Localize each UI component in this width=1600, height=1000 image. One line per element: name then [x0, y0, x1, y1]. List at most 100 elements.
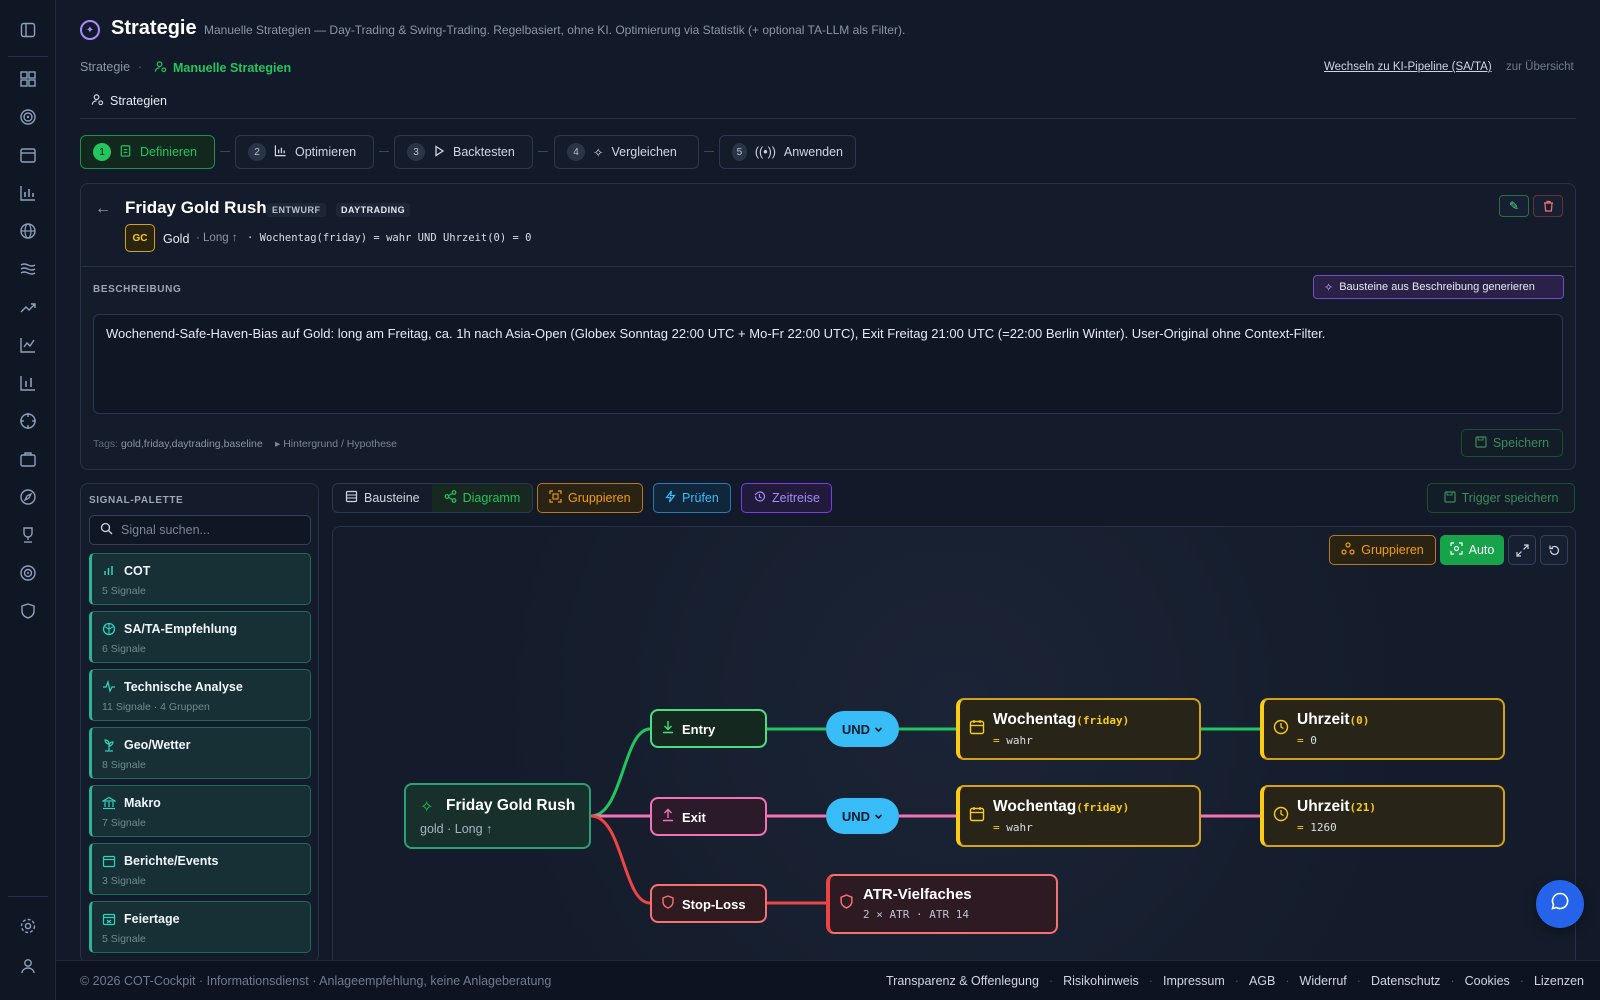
sidebar-toggle-icon[interactable]	[16, 18, 40, 42]
delete-trash-icon[interactable]	[1533, 195, 1563, 217]
briefcase-icon[interactable]	[16, 447, 40, 471]
and-operator-exit[interactable]: UND	[826, 798, 899, 834]
breadcrumb-root[interactable]: Strategie	[80, 60, 130, 74]
background-hypothesis-toggle[interactable]: ▸ Hintergrund / Hypothese	[275, 438, 397, 450]
calendar-icon	[969, 719, 985, 740]
palette-item-geo[interactable]: Geo/Wetter 8 Signale	[89, 727, 311, 779]
crosshair-icon[interactable]	[16, 409, 40, 433]
save-disk-icon	[1443, 490, 1456, 506]
tab-strategien[interactable]: Strategien	[91, 93, 167, 109]
condition-name: Wochentag	[993, 711, 1077, 728]
strategy-root-node[interactable]: ✧ Friday Gold Rush gold · Long ↑	[404, 783, 591, 849]
compass-icon[interactable]	[16, 485, 40, 509]
footer-link[interactable]: AGB	[1249, 974, 1275, 988]
description-textarea[interactable]: Wochenend-Safe-Haven-Bias auf Gold: long…	[93, 314, 1563, 414]
view-blocks-label: Bausteine	[364, 491, 420, 505]
palette-item-holidays[interactable]: Feiertage 5 Signale	[89, 901, 311, 953]
exit-node[interactable]: Exit	[650, 797, 767, 836]
stop-loss-node[interactable]: Stop-Loss	[650, 884, 767, 923]
and-operator-entry[interactable]: UND	[826, 711, 899, 747]
overview-link[interactable]: zur Übersicht	[1506, 61, 1574, 73]
user-icon[interactable]	[16, 954, 40, 978]
palette-item-count: 3 Signale	[102, 875, 146, 887]
footer-link[interactable]: Risikohinweis	[1063, 974, 1139, 988]
footer-link[interactable]: Datenschutz	[1371, 974, 1440, 988]
footer-links: Transparenz & Offenlegung · Risikohinweis…	[886, 974, 1584, 988]
target-icon[interactable]	[16, 105, 40, 129]
footer-link[interactable]: Impressum	[1163, 974, 1225, 988]
palette-item-reports[interactable]: Berichte/Events 3 Signale	[89, 843, 311, 895]
atr-multiple-node[interactable]: ATR-Vielfaches 2 × ATR · ATR 14	[826, 874, 1058, 934]
view-diagram-button[interactable]: Diagramm	[431, 484, 533, 512]
page-subtitle: Manuelle Strategien — Day-Trading & Swin…	[204, 23, 906, 37]
step-number: 5	[732, 143, 747, 161]
footer-link[interactable]: Transparenz & Offenlegung	[886, 974, 1039, 988]
footer-link[interactable]: Cookies	[1465, 974, 1510, 988]
bar-chart-icon	[274, 144, 287, 160]
footer-link[interactable]: Widerruf	[1300, 974, 1347, 988]
plant-icon	[102, 738, 116, 755]
sparkles-icon: ✧	[1324, 281, 1334, 294]
exit-weekday-condition[interactable]: Wochentag(friday) = wahr	[956, 785, 1201, 847]
step-number: 1	[93, 143, 111, 161]
entry-node[interactable]: Entry	[650, 709, 767, 748]
back-arrow-icon[interactable]: ←	[95, 200, 111, 218]
step-backtesten[interactable]: 3 Backtesten	[394, 135, 533, 169]
step-optimieren[interactable]: 2 Optimieren	[235, 135, 374, 169]
radar-icon[interactable]	[16, 561, 40, 585]
breadcrumb-current[interactable]: Manuelle Strategien	[154, 60, 291, 76]
edit-pencil-icon[interactable]: ✎	[1499, 195, 1529, 217]
step-vergleichen[interactable]: 4 ✧ Vergleichen	[554, 135, 699, 169]
palette-item-sata[interactable]: SA/TA-Empfehlung 6 Signale	[89, 611, 311, 663]
signal-search-input[interactable]: Signal suchen...	[89, 515, 311, 545]
dashboard-icon[interactable]	[16, 67, 40, 91]
palette-item-name: SA/TA-Empfehlung	[124, 622, 237, 636]
breadcrumb-separator: ·	[138, 60, 143, 74]
timetravel-button[interactable]: Zeitreise	[741, 483, 832, 513]
calendar-x-icon	[102, 912, 116, 929]
view-toggle: Bausteine Diagramm	[332, 483, 534, 513]
and-label: UND	[841, 808, 871, 824]
root-node-title: Friday Gold Rush	[446, 797, 576, 814]
bar-chart-icon[interactable]	[16, 181, 40, 205]
globe-icon[interactable]	[16, 219, 40, 243]
calendar-icon[interactable]	[16, 143, 40, 167]
tags-value: gold,friday,daytrading,baseline	[121, 438, 263, 450]
trophy-icon[interactable]	[16, 523, 40, 547]
save-disk-icon	[1475, 435, 1487, 451]
palette-item-cot[interactable]: COT 5 Signale	[89, 553, 311, 605]
entry-time-condition[interactable]: Uhrzeit(0) = 0	[1260, 698, 1505, 760]
chart-line-icon[interactable]	[16, 333, 40, 357]
palette-item-name: Feiertage	[124, 912, 180, 926]
check-button[interactable]: Prüfen	[653, 483, 731, 513]
palette-item-technical[interactable]: Technische Analyse 11 Signale · 4 Gruppe…	[89, 669, 311, 721]
switch-pipeline-link[interactable]: Wechseln zu KI-Pipeline (SA/TA)	[1324, 61, 1492, 73]
palette-item-makro[interactable]: Makro 7 Signale	[89, 785, 311, 837]
waves-icon[interactable]	[16, 257, 40, 281]
analytics-icon[interactable]	[16, 371, 40, 395]
step-label: Backtesten	[453, 145, 515, 159]
condition-name: Uhrzeit	[1297, 798, 1350, 815]
save-trigger-button[interactable]: Trigger speichern	[1427, 483, 1575, 513]
footer-link[interactable]: Lizenzen	[1534, 974, 1584, 988]
generate-blocks-button[interactable]: ✧ Bausteine aus Beschreibung generieren	[1313, 275, 1564, 299]
step-label: Anwenden	[783, 145, 843, 159]
pulse-icon	[102, 679, 116, 696]
step-anwenden[interactable]: 5 ((•)) Anwenden	[719, 135, 856, 169]
shield-icon[interactable]	[16, 599, 40, 623]
diagram-canvas[interactable]: Gruppieren Auto ✧ Friday Gold Rush gold …	[332, 526, 1576, 976]
upload-arrow-icon	[661, 808, 675, 825]
card-divider	[81, 266, 1575, 267]
atr-title: ATR-Vielfaches	[863, 886, 972, 903]
equals-sign: =	[993, 734, 1000, 747]
group-button[interactable]: Gruppieren	[537, 483, 643, 513]
exit-time-condition[interactable]: Uhrzeit(21) = 1260	[1260, 785, 1505, 847]
settings-gear-icon[interactable]	[16, 914, 40, 938]
trending-up-icon[interactable]	[16, 295, 40, 319]
chat-bubble-button[interactable]	[1536, 880, 1584, 928]
view-blocks-button[interactable]: Bausteine	[333, 484, 432, 512]
bank-icon	[100, 796, 118, 813]
save-button[interactable]: Speichern	[1461, 429, 1563, 457]
entry-weekday-condition[interactable]: Wochentag(friday) = wahr	[956, 698, 1201, 760]
step-definieren[interactable]: 1 Definieren	[80, 135, 215, 169]
